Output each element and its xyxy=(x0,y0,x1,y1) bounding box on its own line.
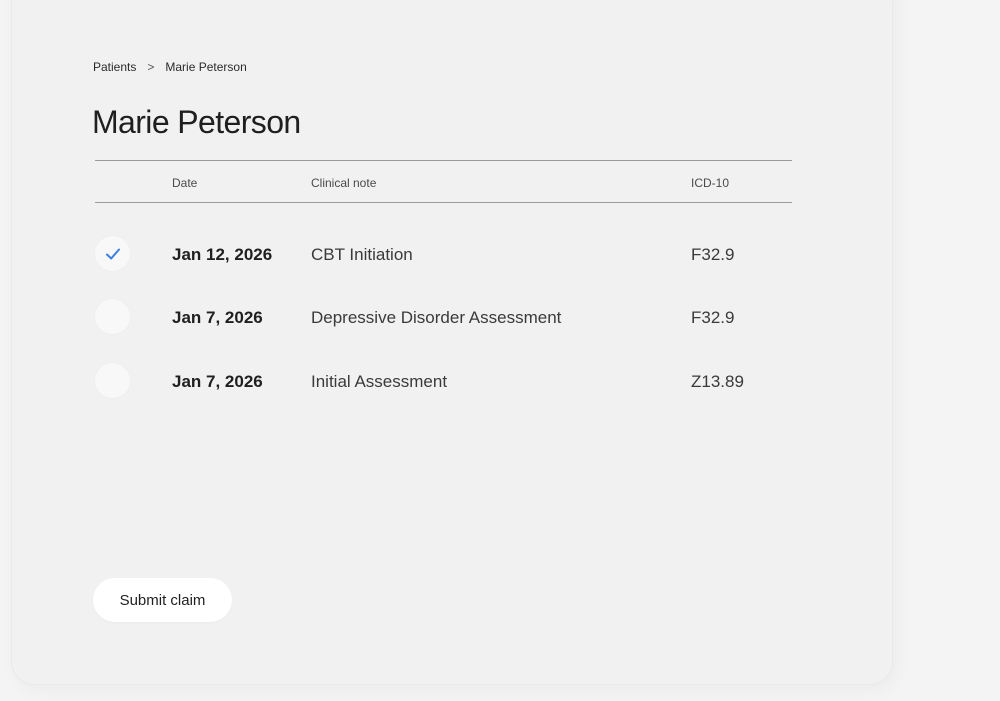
row-date: Jan 7, 2026 xyxy=(172,372,263,391)
column-header-clinical-note: Clinical note xyxy=(311,176,377,190)
column-header-date: Date xyxy=(172,176,198,190)
row-clinical-note: Depressive Disorder Assessment xyxy=(311,308,562,327)
row-clinical-note: CBT Initiation xyxy=(311,245,413,264)
breadcrumb-patients-link[interactable]: Patients xyxy=(93,60,136,74)
row-clinical-note: Initial Assessment xyxy=(311,372,448,391)
row-date: Jan 7, 2026 xyxy=(172,308,263,327)
clinical-notes-table: Date Clinical note ICD-10 Jan 12, 2026 C… xyxy=(95,160,792,398)
checkmark-icon xyxy=(105,248,120,259)
table-row[interactable]: Jan 7, 2026 Depressive Disorder Assessme… xyxy=(95,297,792,337)
table-row[interactable]: Jan 7, 2026 Initial Assessment Z13.89 xyxy=(95,361,792,401)
submit-claim-button[interactable]: Submit claim xyxy=(93,578,232,622)
breadcrumb-separator: > xyxy=(147,60,155,74)
row-icd10-code: Z13.89 xyxy=(691,372,744,391)
breadcrumb-current: Marie Peterson xyxy=(165,60,247,74)
row-date: Jan 12, 2026 xyxy=(172,245,273,264)
table-header: Date Clinical note ICD-10 xyxy=(95,160,792,203)
breadcrumb: Patients > Marie Peterson xyxy=(93,60,247,74)
column-header-icd10: ICD-10 xyxy=(691,176,730,190)
table-row[interactable]: Jan 12, 2026 CBT Initiation F32.9 xyxy=(95,234,792,274)
row-icd10-code: F32.9 xyxy=(691,245,735,264)
row-icd10-code: F32.9 xyxy=(691,308,735,327)
row-select-checkbox[interactable] xyxy=(95,299,130,334)
page-title: Marie Peterson xyxy=(92,104,301,140)
row-select-checkbox[interactable] xyxy=(95,236,130,271)
row-select-checkbox[interactable] xyxy=(95,363,130,398)
